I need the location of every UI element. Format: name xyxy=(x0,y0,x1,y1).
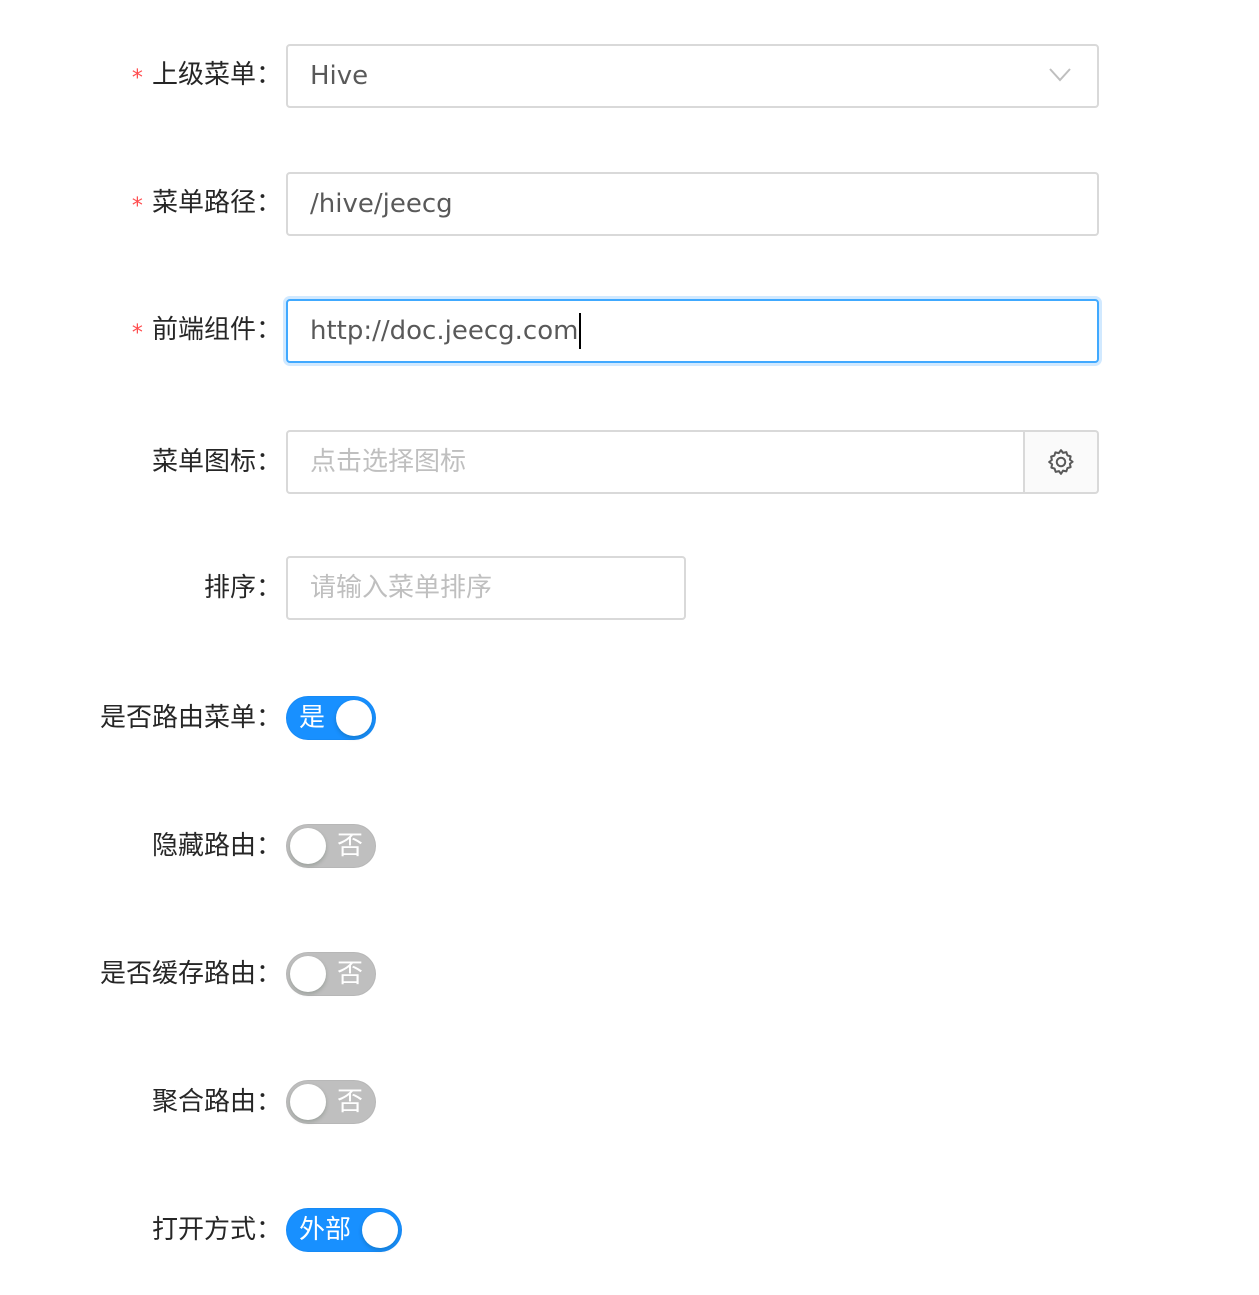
text-caret xyxy=(579,313,582,349)
frontend-component-label: 前端组件 xyxy=(151,315,256,345)
form-item-is-route-menu: 是否路由菜单： 是 xyxy=(0,686,1259,750)
required-mark: * xyxy=(130,194,144,219)
sort-placeholder: 请输入菜单排序 xyxy=(310,573,493,603)
switch-text: 是 xyxy=(299,703,326,733)
switch-knob xyxy=(362,1212,398,1248)
menu-icon-label: 菜单图标 xyxy=(151,447,256,477)
label-colon: ： xyxy=(256,60,283,90)
form-item-menu-icon: 菜单图标： 点击选择图标 xyxy=(0,430,1259,494)
form-item-aggregate-route: 聚合路由： 否 xyxy=(0,1070,1259,1134)
is-route-menu-switch[interactable]: 是 xyxy=(286,696,376,740)
form-label: * 菜单路径： xyxy=(0,171,283,237)
label-colon: ： xyxy=(256,1087,283,1117)
form-label: 隐藏路由： xyxy=(0,814,283,878)
form-label: 聚合路由： xyxy=(0,1070,283,1134)
sort-label: 排序 xyxy=(203,573,256,603)
menu-form: *上级菜单： Hive *菜单路径： /hive/jeecg *前端组件： xyxy=(0,0,1259,1295)
chevron-down-icon xyxy=(1049,68,1071,82)
label-colon: ： xyxy=(256,831,283,861)
form-item-frontend-component: * 前端组件： http://doc.jeecg.com xyxy=(0,299,1259,363)
menu-path-value: /hive/jeecg xyxy=(310,189,453,219)
label-colon: ： xyxy=(256,188,283,218)
form-item-cache-route: 是否缓存路由： 否 xyxy=(0,942,1259,1006)
sort-input[interactable]: 请输入菜单排序 xyxy=(286,556,686,620)
label-colon: ： xyxy=(256,1215,283,1245)
required-mark: * xyxy=(130,66,144,91)
parent-menu-label: 上级菜单 xyxy=(151,60,256,90)
form-label: 是否路由菜单： xyxy=(0,686,283,750)
label-colon: ： xyxy=(256,959,283,989)
switch-text: 否 xyxy=(336,959,363,989)
menu-icon-input[interactable]: 点击选择图标 xyxy=(286,430,1025,494)
hide-route-switch[interactable]: 否 xyxy=(286,824,376,868)
switch-text: 否 xyxy=(336,1087,363,1117)
required-mark: * xyxy=(130,321,144,346)
switch-knob xyxy=(290,1084,326,1120)
form-label: 是否缓存路由： xyxy=(0,942,283,1006)
form-item-sort: 排序： 请输入菜单排序 xyxy=(0,556,1259,620)
form-label: 打开方式： xyxy=(0,1198,283,1262)
parent-menu-value: Hive xyxy=(310,61,369,91)
switch-knob xyxy=(290,828,326,864)
gear-icon xyxy=(1048,449,1074,475)
aggregate-route-switch[interactable]: 否 xyxy=(286,1080,376,1124)
parent-menu-select[interactable]: Hive xyxy=(286,44,1099,108)
frontend-component-input[interactable]: http://doc.jeecg.com xyxy=(286,299,1099,363)
switch-text: 外部 xyxy=(299,1215,352,1245)
aggregate-route-label: 聚合路由 xyxy=(151,1087,256,1117)
form-label: * 上级菜单： xyxy=(0,43,283,109)
form-item-hide-route: 隐藏路由： 否 xyxy=(0,814,1259,878)
cache-route-label: 是否缓存路由 xyxy=(99,959,256,989)
label-colon: ： xyxy=(256,703,283,733)
switch-knob xyxy=(290,956,326,992)
cache-route-switch[interactable]: 否 xyxy=(286,952,376,996)
hide-route-label: 隐藏路由 xyxy=(151,831,256,861)
menu-path-label: 菜单路径 xyxy=(151,188,256,218)
is-route-menu-label: 是否路由菜单 xyxy=(99,703,256,733)
menu-icon-input-group: 点击选择图标 xyxy=(286,430,1099,494)
open-mode-switch[interactable]: 外部 xyxy=(286,1208,402,1252)
form-label: * 前端组件： xyxy=(0,298,283,364)
form-label: 排序： xyxy=(0,556,283,620)
frontend-component-value: http://doc.jeecg.com xyxy=(310,316,579,346)
open-mode-label: 打开方式 xyxy=(151,1215,256,1245)
form-item-menu-path: * 菜单路径： /hive/jeecg xyxy=(0,172,1259,236)
menu-path-input[interactable]: /hive/jeecg xyxy=(286,172,1099,236)
menu-icon-placeholder: 点击选择图标 xyxy=(310,447,467,477)
switch-text: 否 xyxy=(336,831,363,861)
label-colon: ： xyxy=(256,573,283,603)
form-item-open-mode: 打开方式： 外部 xyxy=(0,1198,1259,1262)
form-item-parent-menu: * 上级菜单： Hive xyxy=(0,44,1259,108)
select-icon-button[interactable] xyxy=(1025,430,1099,494)
form-label: 菜单图标： xyxy=(0,430,283,494)
label-colon: ： xyxy=(256,447,283,477)
switch-knob xyxy=(336,700,372,736)
label-colon: ： xyxy=(256,315,283,345)
